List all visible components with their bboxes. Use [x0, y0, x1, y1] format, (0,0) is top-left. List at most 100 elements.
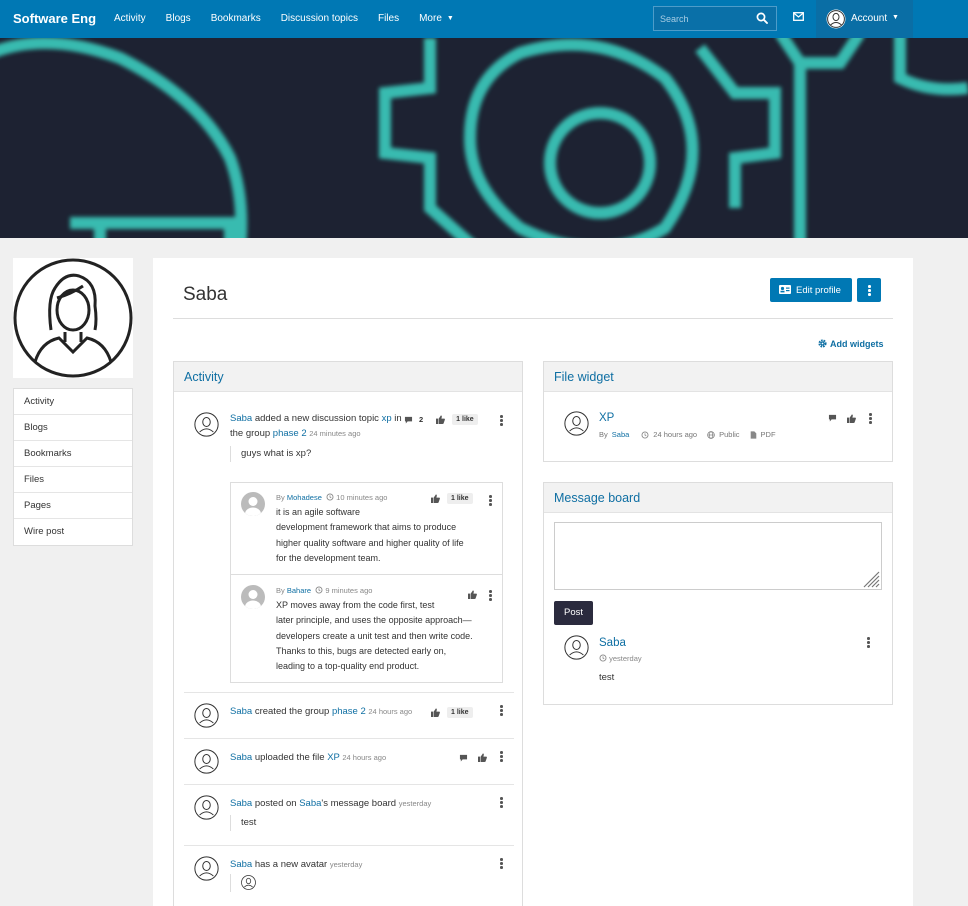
user-avatar-icon[interactable]: [194, 703, 219, 728]
comment-body: XP moves away from the code first, test …: [276, 598, 500, 674]
nav-activity[interactable]: Activity: [104, 0, 156, 38]
post-button[interactable]: Post: [554, 601, 593, 625]
sidebar-item-wire-post[interactable]: Wire post: [14, 519, 132, 545]
user-avatar-icon[interactable]: [194, 412, 219, 437]
account-label: Account: [851, 13, 888, 24]
like-count-badge[interactable]: 1 like: [447, 707, 473, 718]
activity-user-link[interactable]: Saba: [230, 859, 252, 870]
activity-user-link[interactable]: Saba: [230, 706, 252, 717]
comment-line: Thanks to this, bugs are detected early …: [276, 645, 447, 656]
activity-verb: uploaded the file: [252, 752, 328, 763]
user-avatar-icon[interactable]: [194, 749, 219, 774]
topic-link[interactable]: xp: [382, 413, 392, 424]
like-count-badge[interactable]: 1 like: [447, 493, 473, 504]
file-title-link[interactable]: XP: [599, 412, 614, 424]
resize-handle-icon[interactable]: [862, 570, 880, 588]
profile-link[interactable]: Saba: [299, 798, 321, 809]
kebab-icon: [868, 285, 871, 296]
kebab-icon[interactable]: [500, 415, 503, 426]
nav-files[interactable]: Files: [368, 0, 409, 38]
nav-discussion-topics[interactable]: Discussion topics: [271, 0, 368, 38]
search-box: [653, 6, 777, 31]
profile-avatar: [13, 258, 133, 378]
comment-icon[interactable]: [828, 414, 837, 422]
activity-user-link[interactable]: Saba: [230, 413, 252, 424]
thumbs-up-icon[interactable]: [431, 708, 440, 717]
message-user-link[interactable]: Saba: [599, 637, 626, 649]
sidebar-item-pages[interactable]: Pages: [14, 493, 132, 519]
like-count-badge[interactable]: 1 like: [452, 414, 478, 425]
message-textarea[interactable]: [554, 522, 882, 590]
user-avatar-icon[interactable]: [564, 411, 589, 436]
nav-bookmarks[interactable]: Bookmarks: [201, 0, 271, 38]
sidebar-item-bookmarks[interactable]: Bookmarks: [14, 441, 132, 467]
nav-blogs[interactable]: Blogs: [156, 0, 201, 38]
mail-icon[interactable]: [793, 12, 804, 21]
comment-tools: 1 like: [431, 493, 473, 504]
user-avatar-icon[interactable]: [194, 856, 219, 881]
thumbs-up-icon[interactable]: [478, 753, 487, 762]
file-link[interactable]: XP: [327, 752, 340, 763]
file-type: PDF: [760, 430, 776, 439]
comment-count: 2: [419, 415, 424, 424]
file-owner-link[interactable]: Saba: [612, 430, 630, 439]
page-title: Saba: [183, 284, 228, 305]
activity-verb: 's message board: [321, 798, 397, 809]
activity-excerpt: test: [230, 815, 256, 831]
sidebar-item-blogs[interactable]: Blogs: [14, 415, 132, 441]
comment-icon[interactable]: [459, 754, 468, 762]
comment-item: By Bahare 9 minutes ago XP moves away fr…: [231, 576, 502, 683]
activity-time: 24 hours ago: [342, 753, 387, 762]
site-brand[interactable]: Software Eng: [13, 11, 96, 26]
search-input[interactable]: [654, 7, 750, 30]
activity-user-link[interactable]: Saba: [230, 752, 252, 763]
activity-time: 24 minutes ago: [309, 428, 361, 438]
user-avatar-icon[interactable]: [564, 635, 589, 660]
comment-line: XP moves away from the code first, test: [276, 600, 435, 610]
profile-sidebar-menu: Activity Blogs Bookmarks Files Pages Wir…: [13, 388, 133, 546]
activity-widget-title: Activity: [174, 362, 522, 392]
avatar[interactable]: [241, 585, 265, 609]
activity-time: yesterday: [398, 799, 432, 808]
activity-user-link[interactable]: Saba: [230, 798, 252, 809]
comment-time: 10 minutes ago: [336, 493, 388, 502]
kebab-icon[interactable]: [500, 751, 503, 762]
add-widgets-link[interactable]: Add widgets: [818, 339, 884, 349]
kebab-icon[interactable]: [869, 413, 872, 424]
group-link[interactable]: phase 2: [273, 428, 307, 439]
sidebar-item-files[interactable]: Files: [14, 467, 132, 493]
user-avatar-icon: [13, 258, 133, 378]
account-menu[interactable]: Account ▼: [816, 0, 913, 38]
comment-user-link[interactable]: Mohadese: [287, 493, 322, 502]
file-icon: [750, 430, 756, 439]
globe-icon: [707, 430, 715, 439]
id-card-icon: [779, 285, 791, 294]
group-link[interactable]: phase 2: [332, 706, 366, 717]
sidebar-item-activity[interactable]: Activity: [14, 389, 132, 415]
thumbs-up-icon[interactable]: [431, 494, 440, 503]
kebab-icon[interactable]: [500, 797, 503, 808]
comment-body: it is an agile software development fram…: [276, 505, 500, 566]
cover-banner: [0, 38, 968, 238]
kebab-icon[interactable]: [500, 705, 503, 716]
comment-by: By: [276, 586, 285, 595]
user-avatar-icon[interactable]: [241, 875, 256, 890]
profile-more-button[interactable]: [857, 278, 881, 302]
profile-main: Saba Edit profile Add widgets Activity S…: [153, 258, 913, 906]
comment-user-link[interactable]: Bahare: [287, 586, 311, 595]
user-avatar-icon[interactable]: [194, 795, 219, 820]
comment-icon[interactable]: [404, 416, 413, 424]
comment-line: for the development team.: [276, 552, 381, 563]
file-time: 24 hours ago: [653, 430, 698, 439]
add-widgets-label: Add widgets: [830, 339, 884, 349]
avatar[interactable]: [241, 492, 265, 516]
caret-down-icon: ▼: [446, 15, 454, 22]
kebab-icon[interactable]: [867, 637, 870, 648]
nav-more[interactable]: More ▼: [409, 0, 464, 38]
thumbs-up-icon[interactable]: [436, 415, 446, 424]
thumbs-up-icon[interactable]: [847, 414, 856, 423]
search-icon[interactable]: [756, 12, 768, 24]
history-icon: [641, 431, 649, 438]
kebab-icon[interactable]: [500, 858, 503, 869]
edit-profile-button[interactable]: Edit profile: [770, 278, 852, 302]
